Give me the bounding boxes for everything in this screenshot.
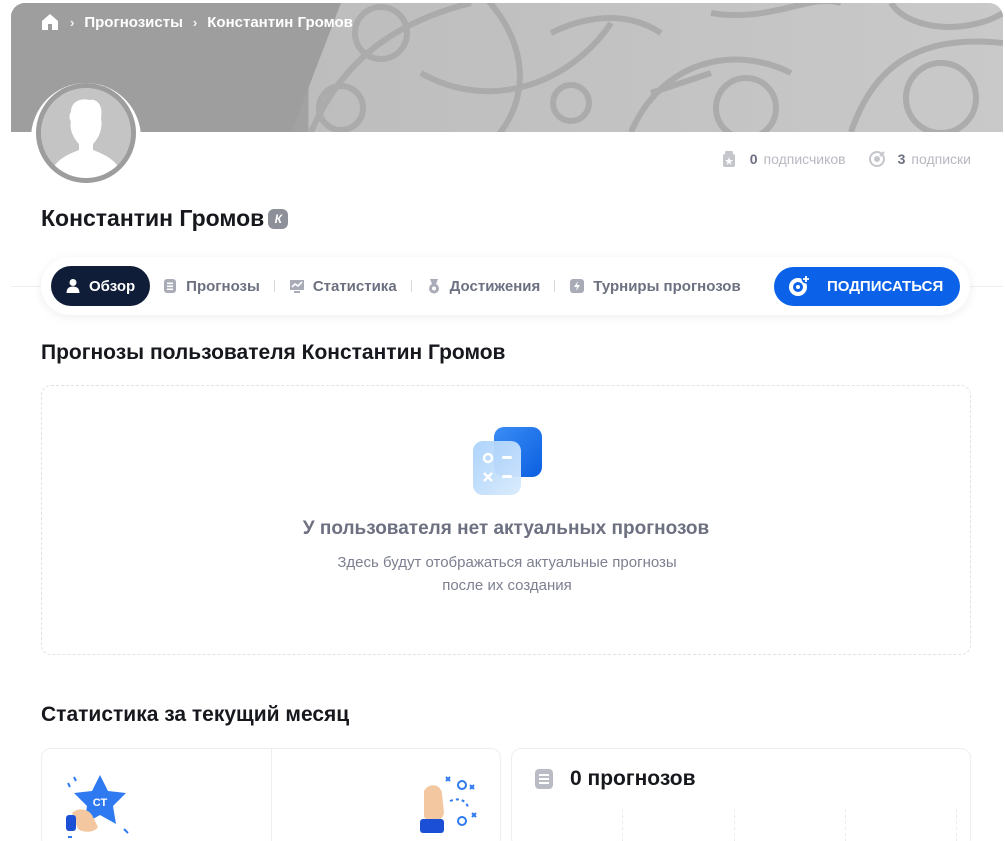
user-silhouette-icon [41,88,131,178]
user-icon [66,279,80,293]
subscribers-label: подписчиков [763,151,846,167]
chart-icon [289,280,304,293]
list-icon [164,279,177,293]
hand-star-illustration-icon: СТ [66,775,129,838]
profile-name: Константин Громов [41,205,265,231]
profile-name-row: Константин Громов К [41,205,289,232]
star-text: СТ [93,797,108,809]
tab-statistics-label: Статистика [312,277,397,295]
tab-tournaments[interactable]: Турниры прогнозов [557,266,752,306]
subscribers-icon [722,151,735,167]
subscriptions-label: подписки [911,151,971,167]
breadcrumb-chevron-icon: › [70,14,75,30]
tab-separator [273,280,275,292]
stats-summary-card: СТ [41,748,501,841]
profile-tabs: Обзор Прогнозы Статистика Достижения Тур… [41,257,970,315]
tab-statistics[interactable]: Статистика [277,266,409,306]
forecasts-count-card: 0 прогнозов [511,748,971,841]
tab-separator [410,280,412,292]
tab-overview-label: Обзор [89,277,136,295]
avatar [41,88,131,178]
breadcrumb-forecasters-link[interactable]: Прогнозисты [84,14,183,31]
tab-tournaments-label: Турниры прогнозов [593,277,741,295]
chart-gridline [622,809,623,841]
breadcrumb: › Прогнозисты › Константин Громов [40,12,353,32]
empty-forecasts-box: У пользователя нет актуальных прогнозов … [41,385,971,655]
empty-forecasts-title: У пользователя нет актуальных прогнозов [302,518,710,539]
subscriptions-count: 3 [897,151,906,167]
stats-heading: Статистика за текущий месяц [41,703,350,726]
empty-forecasts-description: Здесь будут отображаться актуальные прог… [337,554,677,594]
profile-counters: 0 подписчиков 3 подписки [720,150,971,168]
hand-strategy-illustration-icon [420,776,477,833]
forecasts-heading: Прогнозы пользователя Константин Громов [41,341,506,364]
medal-icon [428,279,439,294]
subscribers-counter[interactable]: 0 подписчиков [720,150,846,168]
subscribe-label: ПОДПИСАТЬСЯ [827,277,944,295]
tab-achievements-label: Достижения [449,277,541,295]
tab-separator [554,280,556,292]
breadcrumb-chevron-icon: › [192,14,198,30]
breadcrumb-current: Константин Громов [207,13,353,31]
tab-forecasts[interactable]: Прогнозы [150,266,272,306]
tab-achievements[interactable]: Достижения [414,266,553,306]
chart-gridline [956,809,957,841]
user-level-badge: К [268,208,289,229]
chart-gridline [845,809,846,841]
tab-forecasts-label: Прогнозы [186,277,260,295]
forecasts-count-title: 0 прогнозов [570,767,696,790]
home-icon[interactable] [40,12,60,32]
target-icon [868,151,885,167]
list-icon [535,769,553,789]
card-divider [271,749,272,841]
tab-overview[interactable]: Обзор [51,266,151,306]
calculator-icon [473,427,542,495]
target-plus-icon [789,274,811,296]
subscribe-button[interactable]: ПОДПИСАТЬСЯ [774,266,960,306]
subscriptions-counter[interactable]: 3 подписки [868,150,971,168]
forecasts-count-row: 0 прогнозов [534,767,696,791]
subscribers-count: 0 [749,151,758,167]
lightning-icon [570,279,585,293]
chart-gridline [734,809,735,841]
